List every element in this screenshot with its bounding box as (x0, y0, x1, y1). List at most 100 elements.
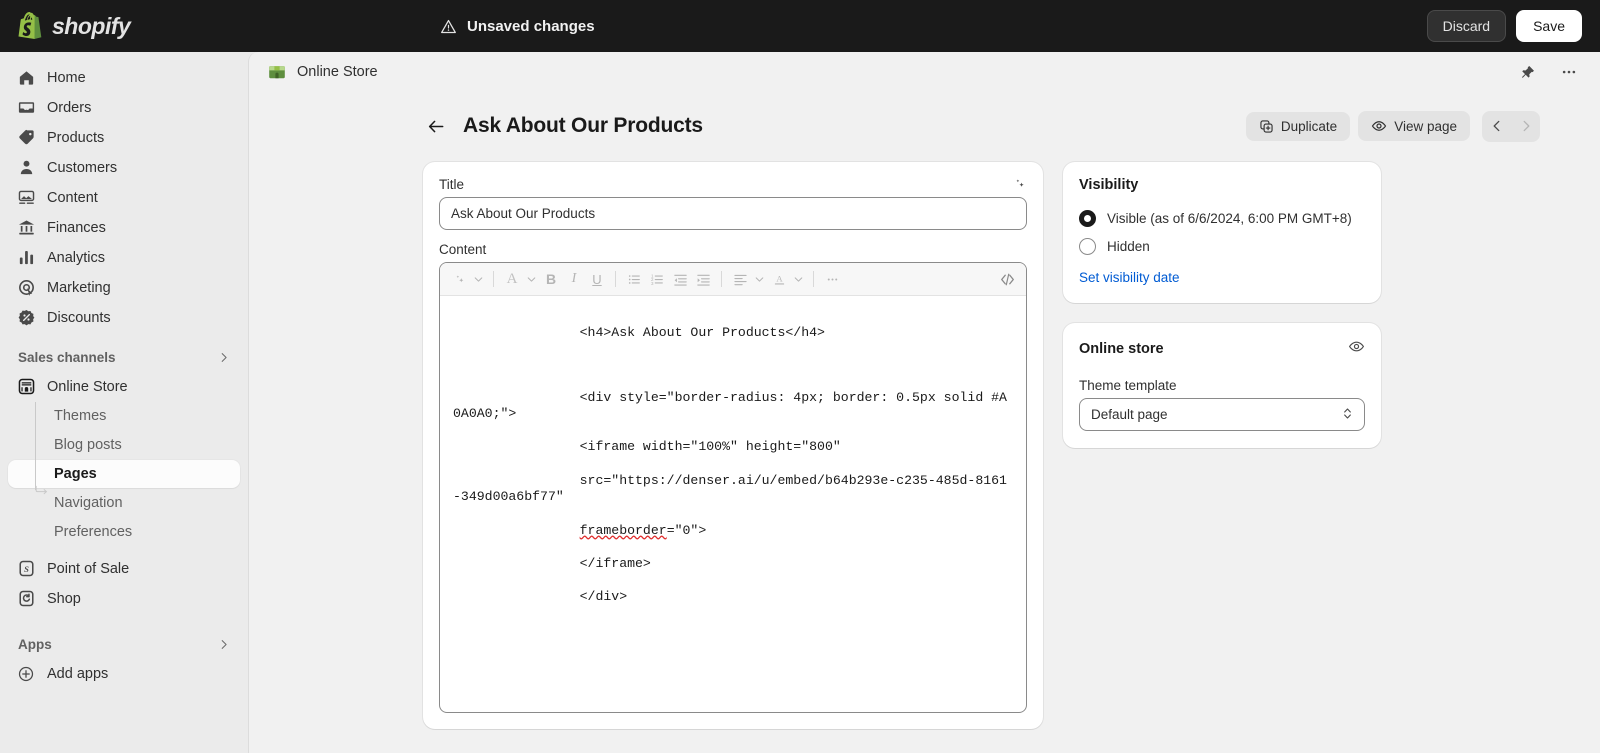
code-line: </iframe> (580, 556, 651, 571)
sidebar-label: Themes (54, 408, 106, 424)
shopify-logo[interactable]: shopify (0, 12, 440, 40)
warning-triangle-icon (440, 18, 457, 35)
toolbar-divider (721, 271, 722, 287)
person-icon (16, 158, 36, 178)
sidebar-item-add-apps[interactable]: Add apps (8, 659, 240, 688)
duplicate-label: Duplicate (1281, 119, 1337, 134)
italic-button[interactable]: I (563, 268, 585, 290)
sidebar-item-marketing[interactable]: Marketing (8, 273, 240, 302)
code-line: src="https://denser.ai/u/embed/b64b293e-… (453, 473, 1007, 505)
code-view-button[interactable] (996, 268, 1018, 290)
tree-connector-arrow (35, 485, 49, 495)
sidebar-label: Add apps (47, 666, 108, 682)
visibility-card: Visibility Visible (as of 6/6/2024, 6:00… (1063, 162, 1381, 303)
sidebar-item-pages[interactable]: Pages (8, 460, 240, 488)
visibility-visible-label: Visible (as of 6/6/2024, 6:00 PM GMT+8) (1107, 209, 1352, 228)
underline-button[interactable]: U (586, 268, 608, 290)
sidebar-section-apps[interactable]: Apps (8, 633, 240, 655)
sidebar-item-customers[interactable]: Customers (8, 153, 240, 182)
bar-chart-icon (16, 248, 36, 268)
duplicate-button[interactable]: Duplicate (1246, 112, 1350, 141)
title-input[interactable] (439, 197, 1027, 230)
sidebar-item-shop[interactable]: Shop (8, 584, 240, 613)
secondary-column: Visibility Visible (as of 6/6/2024, 6:00… (1063, 162, 1381, 729)
align-left-button[interactable] (729, 268, 751, 290)
code-blank-line (453, 358, 1014, 373)
bank-icon (16, 218, 36, 238)
sidebar-item-preferences[interactable]: Preferences (8, 518, 240, 546)
text-color-button[interactable]: A (768, 268, 790, 290)
radio-hidden[interactable] (1079, 238, 1096, 255)
back-button[interactable] (423, 113, 449, 139)
topbar-actions: Discard Save (1427, 10, 1600, 42)
svg-text:3: 3 (651, 280, 654, 285)
sidebar-item-products[interactable]: Products (8, 123, 240, 152)
online-store-card: Online store Theme template Default page (1063, 323, 1381, 448)
previous-page-button[interactable] (1482, 111, 1511, 142)
chevron-right-icon (217, 351, 230, 364)
select-chevrons-icon (1341, 406, 1354, 424)
ellipsis-icon[interactable] (1556, 59, 1582, 85)
duplicate-icon (1259, 119, 1274, 134)
code-editor-area[interactable]: <h4>Ask About Our Products</h4> <div sty… (440, 296, 1026, 712)
text-color-chevron-down-icon[interactable] (791, 268, 806, 290)
ai-chevron-down-icon[interactable] (471, 268, 486, 290)
paragraph-style-button[interactable]: A (501, 268, 523, 290)
align-chevron-down-icon[interactable] (752, 268, 767, 290)
sidebar-item-analytics[interactable]: Analytics (8, 243, 240, 272)
sidebar-label: Shop (47, 591, 81, 607)
content-image-icon (16, 188, 36, 208)
sidebar-item-orders[interactable]: Orders (8, 93, 240, 122)
bulleted-list-button[interactable] (623, 268, 645, 290)
primary-column: Title Content (423, 162, 1043, 729)
orders-inbox-icon (16, 98, 36, 118)
store-header-actions (1514, 59, 1582, 85)
code-line: <iframe width="100%" height="800" (580, 439, 841, 454)
code-line: <div style="border-radius: 4px; border: … (453, 390, 1007, 422)
ai-sparkle-button[interactable] (448, 268, 470, 290)
more-options-button[interactable] (821, 268, 843, 290)
home-icon (16, 68, 36, 88)
sidebar-item-discounts[interactable]: Discounts (8, 303, 240, 332)
discount-badge-icon (16, 308, 36, 328)
theme-template-value: Default page (1091, 407, 1168, 422)
sidebar-item-content[interactable]: Content (8, 183, 240, 212)
paragraph-style-chevron-down-icon[interactable] (524, 268, 539, 290)
bold-button[interactable]: B (540, 268, 562, 290)
sidebar-item-home[interactable]: Home (8, 63, 240, 92)
page-header: Ask About Our Products Duplicate View pa… (249, 92, 1600, 148)
outdent-button[interactable] (669, 268, 691, 290)
storefront-icon (16, 377, 36, 397)
radio-visible[interactable] (1079, 210, 1096, 227)
indent-button[interactable] (692, 268, 714, 290)
numbered-list-button[interactable]: 1 2 3 (646, 268, 668, 290)
page-actions: Duplicate View page (1246, 111, 1540, 142)
sidebar-section-sales-channels[interactable]: Sales channels (8, 346, 240, 368)
eye-icon[interactable] (1348, 338, 1365, 360)
online-store-card-title: Online store (1079, 341, 1164, 357)
visibility-option-hidden[interactable]: Hidden (1079, 237, 1365, 256)
theme-template-select[interactable]: Default page (1079, 398, 1365, 431)
page-details-card: Title Content (423, 162, 1043, 729)
sparkle-icon[interactable] (1011, 176, 1027, 197)
shopify-bag-icon (18, 12, 44, 40)
sidebar-label: Content (47, 190, 98, 206)
sidebar-item-point-of-sale[interactable]: S Point of Sale (8, 554, 240, 583)
pos-icon: S (16, 559, 36, 579)
view-page-button[interactable]: View page (1358, 111, 1470, 141)
sidebar-item-themes[interactable]: Themes (8, 402, 240, 430)
sidebar-item-online-store[interactable]: Online Store (8, 372, 240, 401)
pin-icon[interactable] (1514, 59, 1540, 85)
sidebar-label: Orders (47, 100, 91, 116)
discard-button[interactable]: Discard (1427, 10, 1506, 42)
chevron-right-icon (1519, 119, 1533, 133)
visibility-option-visible[interactable]: Visible (as of 6/6/2024, 6:00 PM GMT+8) (1079, 209, 1365, 228)
save-button[interactable]: Save (1516, 10, 1582, 42)
sidebar-item-finances[interactable]: Finances (8, 213, 240, 242)
set-visibility-date-link[interactable]: Set visibility date (1079, 270, 1180, 285)
chevron-right-icon (217, 638, 230, 651)
code-line: <h4>Ask About Our Products</h4> (580, 325, 825, 340)
code-line-rest: ="0"> (667, 523, 707, 538)
chevron-left-icon (1490, 119, 1504, 133)
sidebar-item-blog-posts[interactable]: Blog posts (8, 431, 240, 459)
